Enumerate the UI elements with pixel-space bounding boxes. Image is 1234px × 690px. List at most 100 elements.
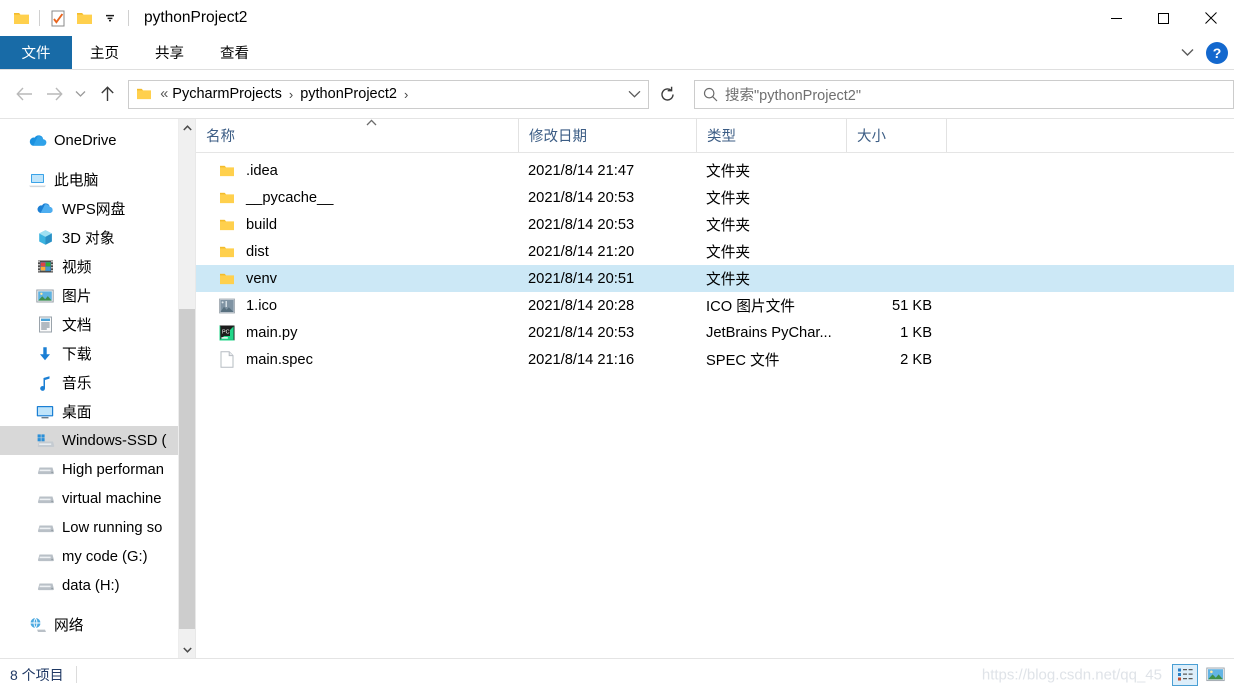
file-name-cell: main.spec (196, 346, 518, 373)
table-row[interactable]: venv 2021/8/14 20:51 文件夹 (196, 265, 1234, 292)
table-row[interactable]: main.spec 2021/8/14 21:16 SPEC 文件 2 KB (196, 346, 1234, 373)
tab-share[interactable]: 共享 (137, 36, 202, 69)
sidebar-item-virtual-machine[interactable]: virtual machine (0, 484, 195, 513)
sidebar-item-data[interactable]: data (H:) (0, 571, 195, 600)
table-row[interactable]: dist 2021/8/14 21:20 文件夹 (196, 238, 1234, 265)
sidebar-item-network[interactable]: 网络 (0, 610, 195, 639)
recent-locations-icon[interactable] (69, 79, 93, 109)
network-icon (27, 615, 47, 635)
breadcrumb-separator-1[interactable]: › (284, 87, 298, 102)
search-box[interactable]: 搜索"pythonProject2" (694, 79, 1234, 109)
drive-icon (35, 489, 55, 509)
refresh-button[interactable] (651, 80, 685, 109)
sidebar-item-videos[interactable]: 视频 (0, 252, 195, 281)
sidebar-item-downloads[interactable]: 下载 (0, 339, 195, 368)
explorer-window: pythonProject2 文件 主页 共享 查看 ? « PycharmPr… (0, 0, 1234, 690)
file-date-cell: 2021/8/14 21:20 (528, 243, 635, 260)
table-row[interactable]: build 2021/8/14 20:53 文件夹 (196, 211, 1234, 238)
customize-dropdown-icon[interactable] (97, 5, 123, 31)
title-bar: pythonProject2 (0, 0, 1234, 36)
file-date-cell: 2021/8/14 20:53 (528, 324, 635, 341)
address-bar[interactable]: « PycharmProjects › pythonProject2 › (128, 79, 649, 109)
file-type-cell: 文件夹 (706, 245, 751, 261)
column-header-type[interactable]: 类型 (696, 119, 846, 152)
column-header-name[interactable]: 名称 (196, 119, 518, 152)
sort-ascending-icon (366, 119, 377, 129)
sidebar-item-label: 下载 (62, 347, 92, 363)
back-button[interactable] (10, 79, 40, 109)
search-icon (695, 87, 725, 102)
file-list-pane: 名称 修改日期 类型 大小 .idea 2021/8/14 21:47 文件夹 … (196, 119, 1234, 658)
breadcrumb-overflow[interactable]: « (158, 86, 170, 102)
sidebar-item-desktop[interactable]: 桌面 (0, 397, 195, 426)
sidebar-item-low-running[interactable]: Low running so (0, 513, 195, 542)
sidebar-item-windows-ssd[interactable]: Windows-SSD ( (0, 426, 195, 455)
scroll-down-icon[interactable] (179, 641, 195, 658)
table-row[interactable]: .idea 2021/8/14 21:47 文件夹 (196, 157, 1234, 184)
ribbon-tabs: 文件 主页 共享 查看 (0, 36, 1234, 69)
scroll-up-icon[interactable] (179, 119, 195, 136)
wps-cloud-icon (35, 199, 55, 219)
sidebar-item-label: 3D 对象 (62, 231, 115, 247)
sidebar-item-label: virtual machine (62, 490, 162, 507)
chevron-down-icon[interactable] (1174, 40, 1200, 66)
file-name-cell: dist (196, 238, 518, 265)
table-row[interactable]: 1.ico 2021/8/14 20:28 ICO 图片文件 51 KB (196, 292, 1234, 319)
sidebar-item-documents[interactable]: 文档 (0, 310, 195, 339)
pictures-icon (35, 286, 55, 306)
column-header-size[interactable]: 大小 (846, 119, 946, 152)
large-icons-view-button[interactable] (1202, 664, 1228, 686)
file-type-cell: 文件夹 (706, 218, 751, 234)
status-bar: 8 个项目 https://blog.csdn.net/qq_45 (0, 658, 1234, 690)
sidebar-item-high-performance[interactable]: High performan (0, 455, 195, 484)
tab-view[interactable]: 查看 (202, 36, 267, 69)
column-header-date[interactable]: 修改日期 (518, 119, 696, 152)
up-button[interactable] (93, 79, 123, 109)
file-size-cell: 51 KB (891, 297, 932, 314)
file-rows: .idea 2021/8/14 21:47 文件夹 __pycache__ 20… (196, 153, 1234, 373)
search-input[interactable]: 搜索"pythonProject2" (725, 84, 861, 105)
file-type-cell: SPEC 文件 (706, 353, 780, 369)
forward-button[interactable] (39, 79, 69, 109)
sidebar-scrollbar[interactable] (178, 119, 195, 658)
scrollbar-thumb[interactable] (179, 309, 195, 629)
sidebar-item-wps-cloud[interactable]: WPS网盘 (0, 194, 195, 223)
help-icon[interactable]: ? (1206, 41, 1228, 64)
folder-icon (218, 243, 236, 261)
new-folder-icon[interactable] (71, 5, 97, 31)
address-history-chevron-icon[interactable] (622, 90, 648, 98)
sidebar-item-label: my code (G:) (62, 548, 148, 565)
documents-icon (35, 315, 55, 335)
table-row[interactable]: __pycache__ 2021/8/14 20:53 文件夹 (196, 184, 1234, 211)
breadcrumb-item-pythonproject2[interactable]: pythonProject2 (298, 86, 399, 102)
drive-icon (35, 576, 55, 596)
sidebar-item-onedrive[interactable]: OneDrive (0, 126, 195, 155)
navigation-tree: OneDrive 此电脑 WPS网盘 3D 对象 视频 图片 文档 下载 音乐 … (0, 119, 195, 639)
file-name-cell: PC main.py (196, 319, 518, 346)
file-size-cell (846, 157, 946, 184)
sidebar-item-my-code[interactable]: my code (G:) (0, 542, 195, 571)
properties-icon[interactable] (45, 5, 71, 31)
folder-icon[interactable] (8, 5, 34, 31)
sidebar-item-pictures[interactable]: 图片 (0, 281, 195, 310)
breadcrumb-item-pycharmprojects[interactable]: PycharmProjects (170, 86, 284, 102)
tab-file[interactable]: 文件 (0, 36, 72, 69)
windows-drive-icon (35, 431, 55, 451)
navigation-pane: OneDrive 此电脑 WPS网盘 3D 对象 视频 图片 文档 下载 音乐 … (0, 119, 196, 658)
breadcrumb-separator-2[interactable]: › (399, 87, 413, 102)
close-button[interactable] (1187, 0, 1234, 36)
file-type-cell: JetBrains PyChar... (706, 324, 832, 341)
details-view-button[interactable] (1172, 663, 1198, 686)
drive-icon (35, 547, 55, 567)
maximize-button[interactable] (1140, 0, 1187, 36)
minimize-button[interactable] (1093, 0, 1140, 36)
sidebar-item-this-pc[interactable]: 此电脑 (0, 165, 195, 194)
sidebar-item-music[interactable]: 音乐 (0, 368, 195, 397)
file-name: dist (246, 243, 269, 260)
file-size-cell (846, 184, 946, 211)
sidebar-item-3d-objects[interactable]: 3D 对象 (0, 223, 195, 252)
desktop-icon (35, 402, 55, 422)
table-row[interactable]: PC main.py 2021/8/14 20:53 JetBrains PyC… (196, 319, 1234, 346)
address-folder-icon (136, 87, 152, 101)
tab-home[interactable]: 主页 (72, 36, 137, 69)
